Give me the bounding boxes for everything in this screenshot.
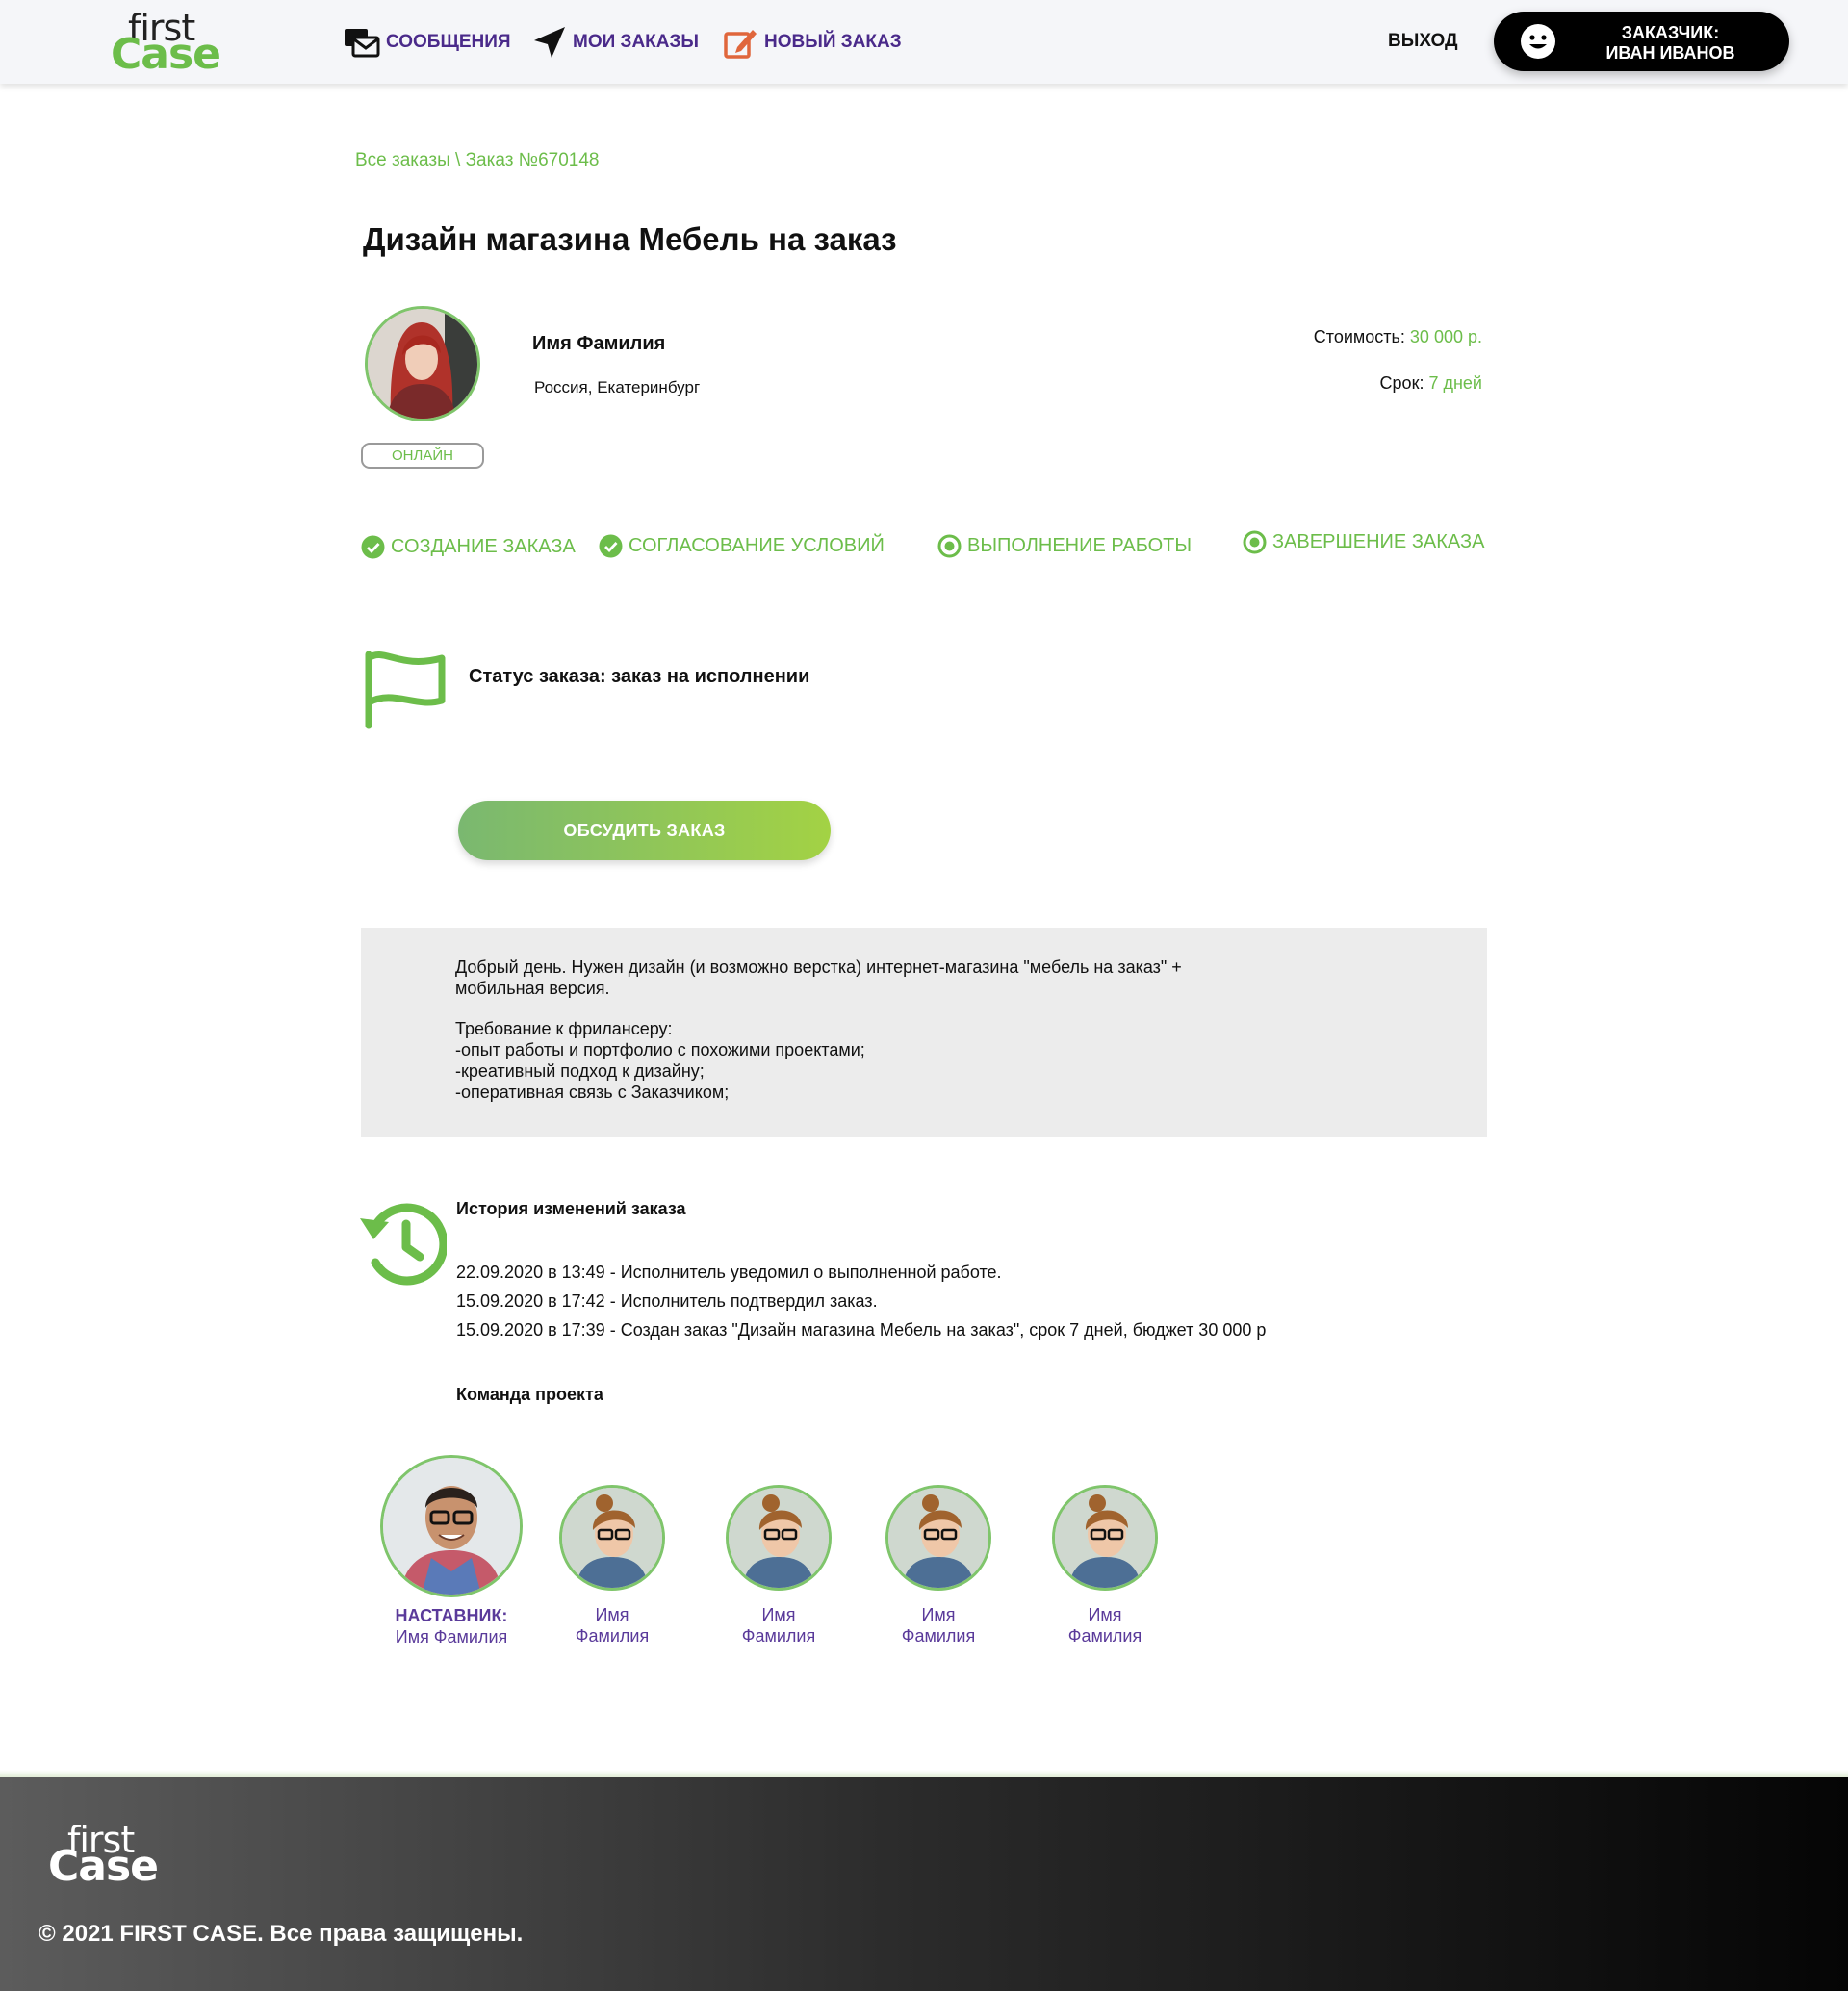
mentor-caption: НАСТАВНИК: Имя Фамилия xyxy=(378,1605,525,1647)
footer-logo-case: Case xyxy=(48,1842,159,1891)
history-entry: 15.09.2020 в 17:39 - Создан заказ "Дизай… xyxy=(456,1320,1267,1340)
edit-icon xyxy=(724,30,757,59)
requirement-line: Требование к фрилансеру: xyxy=(455,1019,673,1038)
footer: first Case © 2021 FIRST CASE. Все права … xyxy=(0,1777,1848,1991)
freelancer-location: Россия, Екатеринбург xyxy=(534,378,701,396)
step-label: СОГЛАСОВАНИЕ УСЛОВИЙ xyxy=(629,535,885,556)
cost-value: 30 000 р. xyxy=(1409,327,1482,346)
member-avatar xyxy=(1052,1485,1158,1591)
requirement-line: -оперативная связь с Заказчиком; xyxy=(455,1083,730,1102)
logo-case: Case xyxy=(111,30,221,79)
step-terms-agreed: СОГЛАСОВАНИЕ УСЛОВИЙ xyxy=(599,534,885,558)
check-circle-icon xyxy=(361,535,385,559)
freelancer-avatar[interactable] xyxy=(365,306,480,421)
member-last-name: Фамилия xyxy=(1067,1626,1142,1646)
step-order-created: СОЗДАНИЕ ЗАКАЗА xyxy=(361,535,576,559)
user-role: ЗАКАЗЧИК: xyxy=(1621,23,1720,42)
nav-messages-label: СООБЩЕНИЯ xyxy=(386,32,511,52)
member-name: Имя Фамилия xyxy=(719,1604,838,1646)
mentor-name: Имя Фамилия xyxy=(395,1627,508,1646)
user-name: ИВАН ИВАНОВ xyxy=(1605,43,1735,63)
online-status-badge: ОНЛАЙН xyxy=(361,443,484,469)
history-icon xyxy=(360,1203,447,1286)
mentor-avatar xyxy=(380,1455,523,1597)
order-cost: Стоимость: 30 000 р. xyxy=(1314,327,1482,347)
description-requirements: Требование к фрилансеру: -опыт работы и … xyxy=(455,1018,1245,1103)
member-last-name: Фамилия xyxy=(575,1626,650,1646)
logout-link[interactable]: ВЫХОД xyxy=(1388,31,1458,52)
footer-divider xyxy=(0,1770,1848,1777)
history-title: История изменений заказа xyxy=(456,1199,686,1218)
member-avatar xyxy=(886,1485,991,1591)
nav-my-orders-label: МОИ ЗАКАЗЫ xyxy=(573,32,699,52)
nav-my-orders[interactable]: МОИ ЗАКАЗЫ xyxy=(532,25,699,60)
member-name: Имя Фамилия xyxy=(1045,1604,1165,1646)
site-logo[interactable]: first Case xyxy=(111,4,226,79)
deadline-value: 7 дней xyxy=(1428,373,1482,393)
order-deadline: Срок: 7 дней xyxy=(1380,373,1482,394)
user-account-button[interactable]: ЗАКАЗЧИК: ИВАН ИВАНОВ xyxy=(1494,12,1789,71)
team-member[interactable]: Имя Фамилия xyxy=(552,1485,672,1646)
member-name: Имя Фамилия xyxy=(879,1604,998,1646)
page-title: Дизайн магазина Мебель на заказ xyxy=(363,221,897,257)
member-avatar xyxy=(559,1485,665,1591)
paper-plane-icon xyxy=(534,27,565,58)
order-status: Статус заказа: заказ на исполнении xyxy=(469,666,810,687)
step-label: ЗАВЕРШЕНИЕ ЗАКАЗА xyxy=(1272,531,1485,552)
smiley-icon xyxy=(1521,24,1555,59)
nav-messages[interactable]: СООБЩЕНИЯ xyxy=(344,25,511,60)
member-first-name: Имя xyxy=(1088,1605,1122,1624)
deadline-label: Срок: xyxy=(1379,373,1424,393)
team-member[interactable]: Имя Фамилия xyxy=(1045,1485,1165,1646)
history-entry: 22.09.2020 в 13:49 - Исполнитель уведоми… xyxy=(456,1263,1002,1282)
requirement-line: -креативный подход к дизайну; xyxy=(455,1061,705,1081)
team-member[interactable]: Имя Фамилия xyxy=(879,1485,998,1646)
step-order-complete: ЗАВЕРШЕНИЕ ЗАКАЗА xyxy=(1243,530,1484,554)
step-work-in-progress: ВЫПОЛНЕНИЕ РАБОТЫ xyxy=(937,534,1192,558)
description-intro: Добрый день. Нужен дизайн (и возможно ве… xyxy=(455,957,1182,998)
team-mentor[interactable]: НАСТАВНИК: Имя Фамилия xyxy=(378,1455,525,1647)
member-avatar xyxy=(726,1485,832,1591)
flag-icon xyxy=(365,651,446,729)
member-first-name: Имя xyxy=(761,1605,796,1624)
step-label: СОЗДАНИЕ ЗАКАЗА xyxy=(391,536,576,557)
user-info: ЗАКАЗЧИК: ИВАН ИВАНОВ xyxy=(1561,23,1780,64)
target-circle-icon xyxy=(1243,530,1267,554)
team-member[interactable]: Имя Фамилия xyxy=(719,1485,838,1646)
target-circle-icon xyxy=(937,534,962,558)
member-last-name: Фамилия xyxy=(741,1626,816,1646)
history-entry: 15.09.2020 в 17:42 - Исполнитель подтвер… xyxy=(456,1291,878,1311)
cost-label: Стоимость: xyxy=(1313,327,1405,346)
mentor-role: НАСТАВНИК: xyxy=(395,1606,508,1625)
nav-new-order-label: НОВЫЙ ЗАКАЗ xyxy=(764,32,902,52)
copyright: © 2021 FIRST CASE. Все права защищены. xyxy=(38,1921,524,1947)
freelancer-name[interactable]: Имя Фамилия xyxy=(532,333,665,355)
member-first-name: Имя xyxy=(921,1605,956,1624)
footer-logo[interactable]: first Case xyxy=(48,1818,164,1891)
requirement-line: -опыт работы и портфолио с похожими прое… xyxy=(455,1040,865,1059)
discuss-order-button[interactable]: ОБСУДИТЬ ЗАКАЗ xyxy=(458,801,831,860)
team-title: Команда проекта xyxy=(456,1385,603,1404)
order-description: Добрый день. Нужен дизайн (и возможно ве… xyxy=(361,928,1487,1137)
breadcrumb[interactable]: Все заказы \ Заказ №670148 xyxy=(355,150,600,171)
check-circle-icon xyxy=(599,534,623,558)
nav-new-order[interactable]: НОВЫЙ ЗАКАЗ xyxy=(724,25,902,60)
member-name: Имя Фамилия xyxy=(552,1604,672,1646)
top-header: first Case СООБЩЕНИЯ МОИ ЗАКАЗЫ НОВЫЙ ЗА… xyxy=(0,0,1848,84)
member-last-name: Фамилия xyxy=(901,1626,976,1646)
envelopes-icon xyxy=(345,29,380,58)
member-first-name: Имя xyxy=(595,1605,629,1624)
step-label: ВЫПОЛНЕНИЕ РАБОТЫ xyxy=(967,535,1193,556)
